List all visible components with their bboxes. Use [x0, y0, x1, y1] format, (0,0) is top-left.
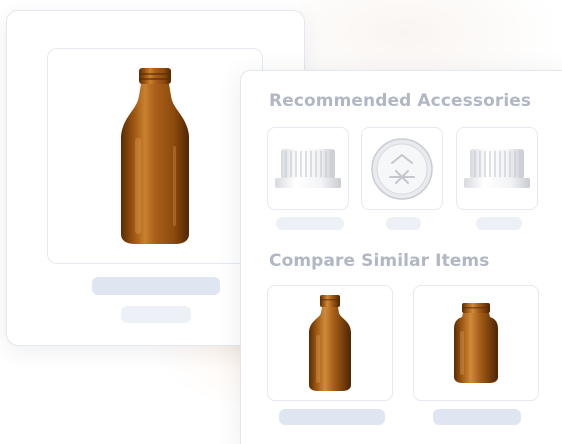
recommended-accessories-heading: Recommended Accessories [269, 91, 532, 111]
white-screw-cap-icon [464, 148, 530, 188]
amber-glass-bottle-icon [121, 68, 189, 244]
accessory-tile[interactable] [361, 127, 443, 210]
accessory-tile[interactable] [456, 127, 538, 210]
product-image-frame[interactable] [47, 48, 263, 264]
accessory-label-placeholder [276, 217, 344, 230]
accessory-label-placeholder [476, 217, 522, 230]
product-price-placeholder [121, 306, 191, 323]
compare-similar-items-heading: Compare Similar Items [269, 251, 490, 271]
compare-item-tile[interactable] [267, 285, 393, 401]
tamper-evident-cap-top-icon [371, 137, 433, 200]
compare-item-tile[interactable] [413, 285, 539, 401]
amber-wide-mouth-jar-icon [454, 303, 498, 383]
accessory-tile[interactable] [267, 127, 349, 210]
compare-item-label-placeholder [279, 409, 385, 425]
amber-round-bottle-icon [309, 295, 351, 391]
accessory-label-placeholder [386, 217, 421, 230]
product-title-placeholder [92, 277, 220, 295]
compare-item-label-placeholder [433, 409, 521, 425]
white-screw-cap-icon [275, 148, 341, 188]
recommendations-panel: Recommended Accessories Compare Similar … [240, 70, 562, 444]
